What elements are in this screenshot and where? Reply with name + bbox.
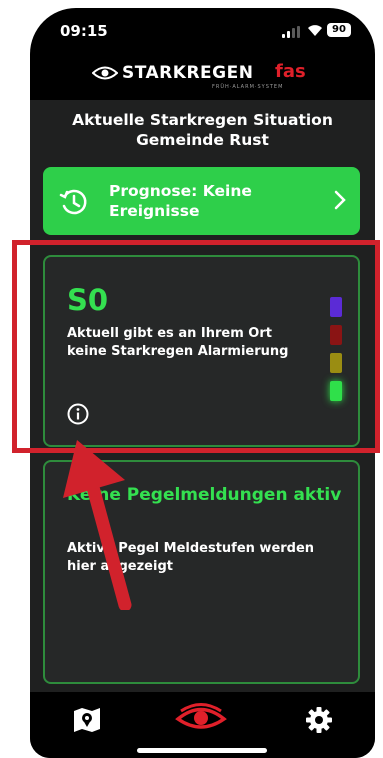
map-icon[interactable] [72,706,102,734]
eye-icon[interactable] [175,702,227,734]
brand-logo: STARKREGEN fas FRÜH·ALARM·SYSTEM [30,61,375,102]
chevron-right-icon [334,190,346,210]
signal-icon [282,26,302,38]
home-indicator[interactable] [137,748,267,753]
battery-icon: 90 [327,23,351,37]
page-title: Aktuelle Starkregen Situation Gemeinde R… [72,111,333,149]
status-bar: 09:15 90 [30,8,375,52]
clock-icon [59,189,87,215]
logo-eye-icon [92,66,118,80]
annotation-arrow [63,440,132,610]
brand-name: STARKREGEN [122,63,254,83]
wifi-icon [308,25,322,36]
brand-suffix: fas [275,61,306,82]
brand-tagline: FRÜH·ALARM·SYSTEM [212,84,284,90]
prognose-label: Prognose: Keine Ereignisse [109,182,252,220]
highlight-box [12,240,380,453]
prognose-button[interactable]: Prognose: Keine Ereignisse [43,167,360,235]
gear-icon[interactable] [305,706,333,734]
status-time: 09:15 [60,22,108,40]
